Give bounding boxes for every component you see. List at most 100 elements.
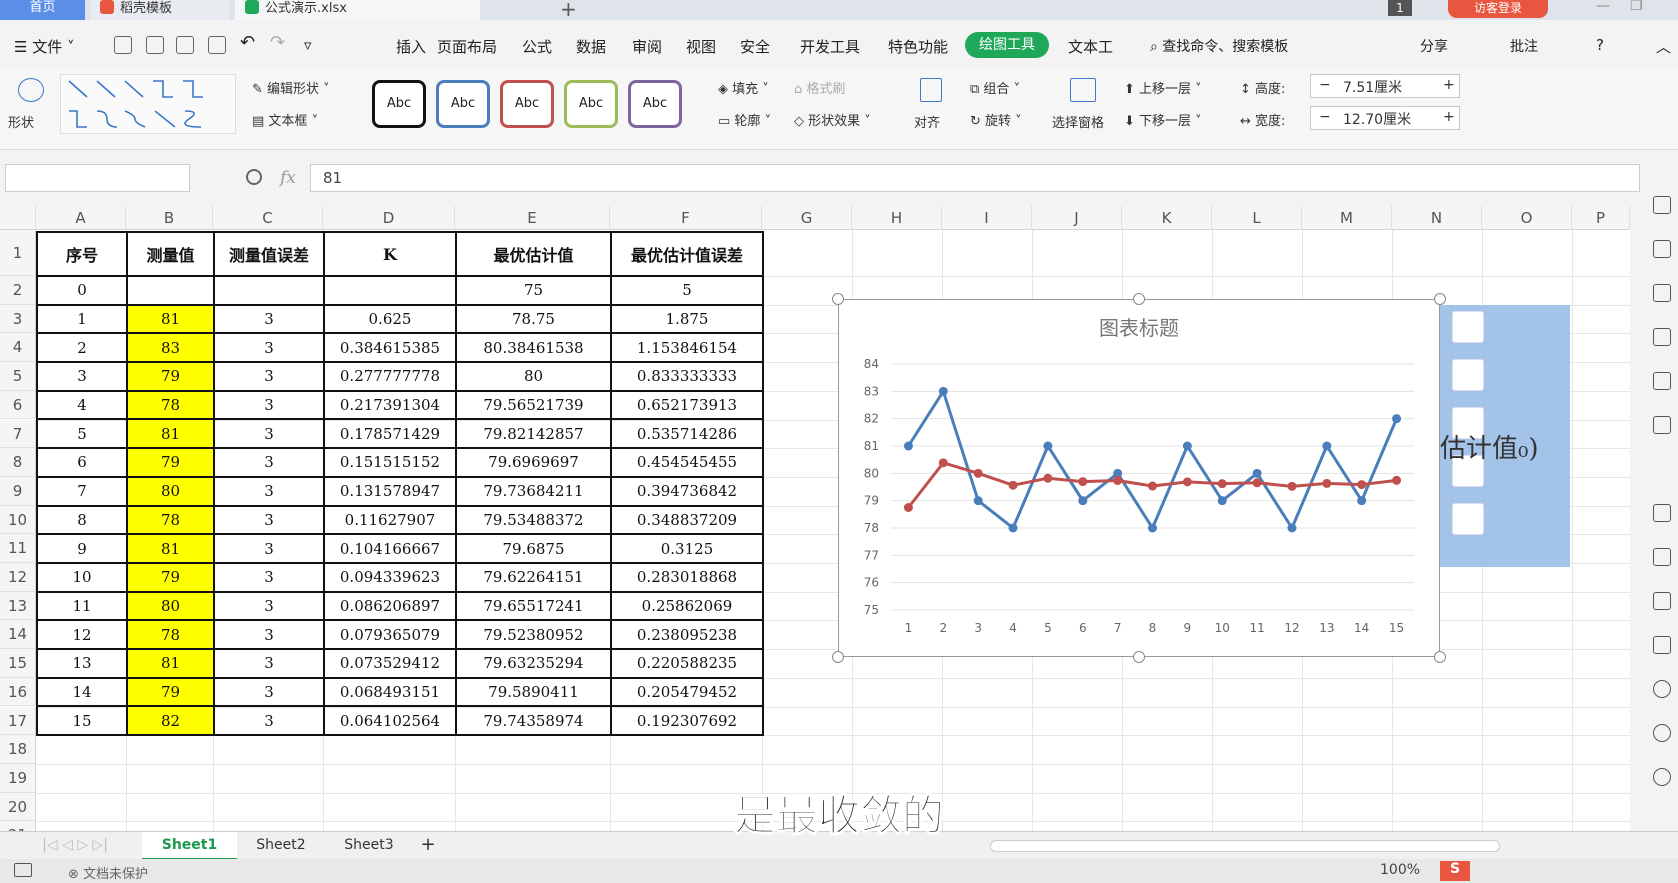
- column-header[interactable]: L: [1212, 206, 1302, 230]
- table-cell[interactable]: 3: [213, 676, 325, 708]
- x-tick-label[interactable]: 6: [1079, 621, 1087, 635]
- data-point[interactable]: [1392, 414, 1402, 424]
- width-value[interactable]: 12.70厘米: [1343, 109, 1411, 129]
- table-cell[interactable]: 79.52380952: [455, 619, 612, 650]
- table-cell[interactable]: 1: [36, 303, 128, 335]
- menu-special-features[interactable]: 特色功能: [888, 36, 948, 57]
- minimize-icon[interactable]: —: [1596, 0, 1610, 14]
- redo-icon[interactable]: ↷: [270, 32, 285, 53]
- data-table[interactable]: 序号 测量值 测量值误差 K 最优估计值 最优估计值误差 0 75 5 1 81 3 0.6…: [36, 231, 764, 736]
- select-pointer-icon[interactable]: [1653, 196, 1671, 214]
- y-tick-label[interactable]: 81: [864, 439, 879, 453]
- export-icon[interactable]: [146, 36, 164, 54]
- table-cell[interactable]: 81: [126, 303, 215, 335]
- rotate-dropdown[interactable]: ↻ 旋转 ˅: [970, 110, 1022, 129]
- row-header[interactable]: 11: [0, 534, 36, 563]
- table-cell[interactable]: 14: [36, 676, 128, 708]
- table-cell[interactable]: 79: [126, 561, 215, 593]
- shape-style-red[interactable]: Abc: [500, 80, 554, 128]
- shape-gallery[interactable]: [60, 74, 236, 134]
- table-cell[interactable]: 3: [213, 590, 325, 622]
- y-tick-label[interactable]: 80: [864, 466, 879, 480]
- column-header[interactable]: K: [1122, 206, 1212, 230]
- menu-file[interactable]: ☰ 文件 ˅: [14, 36, 75, 57]
- table-cell[interactable]: 79.62264151: [455, 561, 612, 593]
- shape-style-purple[interactable]: Abc: [628, 80, 682, 128]
- table-cell[interactable]: 0.217391304: [323, 389, 457, 421]
- tab-docer-templates[interactable]: 稻壳模板: [90, 0, 230, 20]
- table-cell[interactable]: 7: [36, 475, 128, 507]
- table-cell[interactable]: 3: [213, 332, 325, 364]
- align-dropdown[interactable]: 对齐: [914, 112, 940, 131]
- data-point[interactable]: [1043, 473, 1053, 483]
- increase-width-icon[interactable]: +: [1443, 109, 1455, 125]
- text-box-dropdown[interactable]: ▤ 文本框 ˅: [252, 110, 318, 129]
- data-point[interactable]: [903, 503, 913, 512]
- table-cell[interactable]: 3: [213, 418, 325, 450]
- backup-icon[interactable]: [1653, 504, 1671, 522]
- width-spinner[interactable]: − 12.70厘米 +: [1310, 106, 1460, 130]
- login-button[interactable]: 访客登录: [1448, 0, 1548, 18]
- x-tick-label[interactable]: 9: [1184, 621, 1192, 635]
- selection-pane-icon[interactable]: [1070, 78, 1096, 102]
- data-point[interactable]: [938, 458, 948, 468]
- table-cell[interactable]: 80: [126, 475, 215, 507]
- chart-style-brush-icon[interactable]: [1452, 359, 1484, 391]
- format-painter-button[interactable]: ⌂ 格式刷: [794, 78, 845, 97]
- table-cell[interactable]: 81: [126, 533, 215, 564]
- table-cell[interactable]: 0.178571429: [323, 418, 457, 450]
- table-cell[interactable]: 79.5890411: [455, 676, 612, 708]
- group-dropdown[interactable]: ⧉ 组合 ˅: [970, 78, 1020, 97]
- data-point[interactable]: [1357, 480, 1367, 490]
- row-header[interactable]: 6: [0, 390, 36, 420]
- table-cell[interactable]: 1.875: [610, 303, 764, 335]
- zoom-level[interactable]: 100%: [1380, 862, 1420, 878]
- selection-pane-button[interactable]: 选择窗格: [1052, 112, 1104, 131]
- table-cell[interactable]: 79.6969697: [455, 447, 612, 478]
- header-measurement[interactable]: 测量值: [126, 231, 215, 277]
- table-cell[interactable]: 78: [126, 619, 215, 650]
- header-k[interactable]: K: [323, 231, 457, 277]
- row-header[interactable]: 10: [0, 505, 36, 535]
- table-cell[interactable]: 0.454545455: [610, 447, 764, 478]
- command-search[interactable]: ⌕ 查找命令、搜索模板: [1150, 36, 1288, 56]
- menu-review[interactable]: 审阅: [632, 36, 662, 57]
- data-point[interactable]: [973, 468, 983, 478]
- column-header[interactable]: D: [323, 206, 455, 230]
- data-point[interactable]: [1217, 479, 1227, 489]
- undo-icon[interactable]: ↶: [240, 32, 255, 53]
- table-cell[interactable]: 0.220588235: [610, 647, 764, 679]
- table-cell[interactable]: 3: [213, 504, 325, 536]
- zoom-icon[interactable]: [246, 169, 262, 185]
- data-point[interactable]: [1217, 496, 1227, 506]
- table-cell[interactable]: 0.277777778: [323, 361, 457, 392]
- x-tick-label[interactable]: 10: [1215, 621, 1230, 635]
- y-tick-label[interactable]: 78: [864, 521, 879, 535]
- table-cell[interactable]: 0.073529412: [323, 647, 457, 679]
- table-cell[interactable]: 79: [126, 447, 215, 478]
- resize-handle-bottom-right[interactable]: [1434, 651, 1446, 663]
- table-cell[interactable]: 78.75: [455, 303, 612, 335]
- y-tick-label[interactable]: 76: [864, 576, 879, 590]
- column-header[interactable]: N: [1392, 206, 1482, 230]
- shape-properties-icon[interactable]: [1653, 240, 1671, 258]
- row-header[interactable]: 1: [0, 230, 36, 276]
- table-cell[interactable]: 5: [36, 418, 128, 450]
- data-point[interactable]: [1182, 441, 1192, 451]
- data-point[interactable]: [903, 441, 913, 451]
- column-header[interactable]: J: [1032, 206, 1122, 230]
- row-header[interactable]: 4: [0, 333, 36, 363]
- align-icon[interactable]: [920, 78, 942, 102]
- data-point[interactable]: [1322, 478, 1332, 488]
- table-cell[interactable]: 0.283018868: [610, 561, 764, 593]
- table-cell[interactable]: 4: [36, 389, 128, 421]
- menu-text-tools[interactable]: 文本工: [1068, 36, 1113, 57]
- table-cell[interactable]: 3: [213, 533, 325, 564]
- table-cell[interactable]: 78: [126, 504, 215, 536]
- data-point[interactable]: [1252, 478, 1262, 488]
- data-point[interactable]: [1322, 441, 1332, 451]
- table-cell[interactable]: 15: [36, 705, 128, 736]
- ime-icon[interactable]: S: [1440, 861, 1470, 881]
- row-header[interactable]: 12: [0, 563, 36, 592]
- comment-button[interactable]: 批注: [1510, 36, 1538, 56]
